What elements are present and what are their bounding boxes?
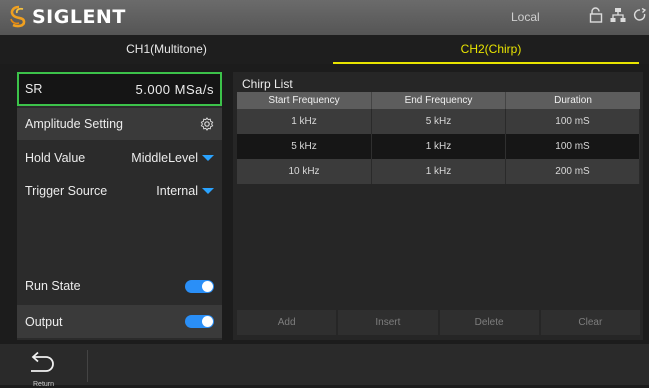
- sample-rate-field[interactable]: SR 5.000 MSa/s: [17, 72, 222, 106]
- trigger-source-label: Trigger Source: [25, 184, 108, 198]
- output-toggle[interactable]: [185, 315, 214, 328]
- amplitude-setting-button[interactable]: Amplitude Setting: [17, 108, 222, 140]
- trigger-source-selected: Internal: [156, 184, 198, 198]
- delete-button[interactable]: Delete: [439, 310, 539, 335]
- output-row: Output: [17, 305, 222, 338]
- table-cell[interactable]: 1 kHz: [372, 134, 506, 159]
- table-cell[interactable]: 1 kHz: [237, 109, 372, 134]
- column-header-duration: Duration: [554, 95, 592, 106]
- return-icon: [31, 351, 54, 372]
- table-cell[interactable]: 5 kHz: [372, 109, 506, 134]
- run-state-toggle[interactable]: [185, 279, 214, 293]
- footer-bar: Return: [0, 344, 649, 388]
- unlock-icon[interactable]: [589, 7, 603, 23]
- siglent-swirl-icon: [10, 5, 26, 28]
- run-state-label: Run State: [25, 279, 81, 293]
- chirp-table: Start Frequency End Frequency Duration 1…: [237, 92, 640, 184]
- clear-button[interactable]: Clear: [540, 310, 640, 335]
- gear-icon: [200, 117, 214, 131]
- sample-rate-value: 5.000 MSa/s: [135, 81, 214, 97]
- network-icon[interactable]: [610, 7, 626, 23]
- chirp-list-panel: Chirp List Start Frequency End Frequency…: [233, 72, 643, 340]
- hold-value-label: Hold Value: [25, 151, 86, 165]
- table-cell[interactable]: 100 mS: [506, 109, 640, 134]
- table-cell[interactable]: 10 kHz: [237, 159, 372, 184]
- remote-status-text: Local: [511, 10, 540, 24]
- insert-button[interactable]: Insert: [338, 310, 438, 335]
- table-row[interactable]: 1 kHz 5 kHz 100 mS: [237, 109, 640, 134]
- refresh-icon[interactable]: [633, 8, 647, 22]
- table-cell[interactable]: 100 mS: [506, 134, 640, 159]
- output-label: Output: [25, 314, 63, 329]
- channel-tabs: CH1(Multitone) CH2(Chirp): [0, 35, 649, 64]
- table-cell[interactable]: 5 kHz: [237, 134, 372, 159]
- siglent-logo: SIGLENT: [8, 5, 126, 29]
- hold-value-dropdown[interactable]: Hold Value MiddleLevel: [17, 142, 222, 174]
- trigger-source-dropdown[interactable]: Trigger Source Internal: [17, 175, 222, 207]
- chevron-down-icon: [202, 188, 214, 194]
- chirp-list-title: Chirp List: [242, 77, 293, 91]
- run-state-row: Run State: [17, 270, 222, 302]
- brand-name: SIGLENT: [32, 6, 126, 28]
- return-button[interactable]: Return: [10, 348, 82, 388]
- amplitude-setting-label: Amplitude Setting: [25, 117, 123, 131]
- status-bar: SIGLENT Local: [0, 0, 649, 35]
- hold-value-selected: MiddleLevel: [131, 151, 198, 165]
- add-button[interactable]: Add: [237, 310, 337, 335]
- table-header: Start Frequency End Frequency Duration: [237, 92, 640, 109]
- table-cell[interactable]: 1 kHz: [372, 159, 506, 184]
- tab-ch2-chirp[interactable]: CH2(Chirp): [333, 35, 649, 64]
- table-cell[interactable]: 200 mS: [506, 159, 640, 184]
- list-action-bar: Add Insert Delete Clear: [237, 310, 640, 335]
- table-row[interactable]: 5 kHz 1 kHz 100 mS: [237, 134, 640, 159]
- table-row[interactable]: 10 kHz 1 kHz 200 mS: [237, 159, 640, 184]
- column-header-start-frequency: Start Frequency: [237, 92, 372, 109]
- footer-divider: [87, 350, 88, 382]
- chevron-down-icon: [202, 155, 214, 161]
- column-header-end-frequency: End Frequency: [372, 92, 506, 109]
- tab-ch1-multitone[interactable]: CH1(Multitone): [0, 35, 333, 64]
- sample-rate-label: SR: [25, 82, 43, 96]
- settings-panel: SR 5.000 MSa/s Amplitude Setting Hold Va…: [17, 72, 222, 340]
